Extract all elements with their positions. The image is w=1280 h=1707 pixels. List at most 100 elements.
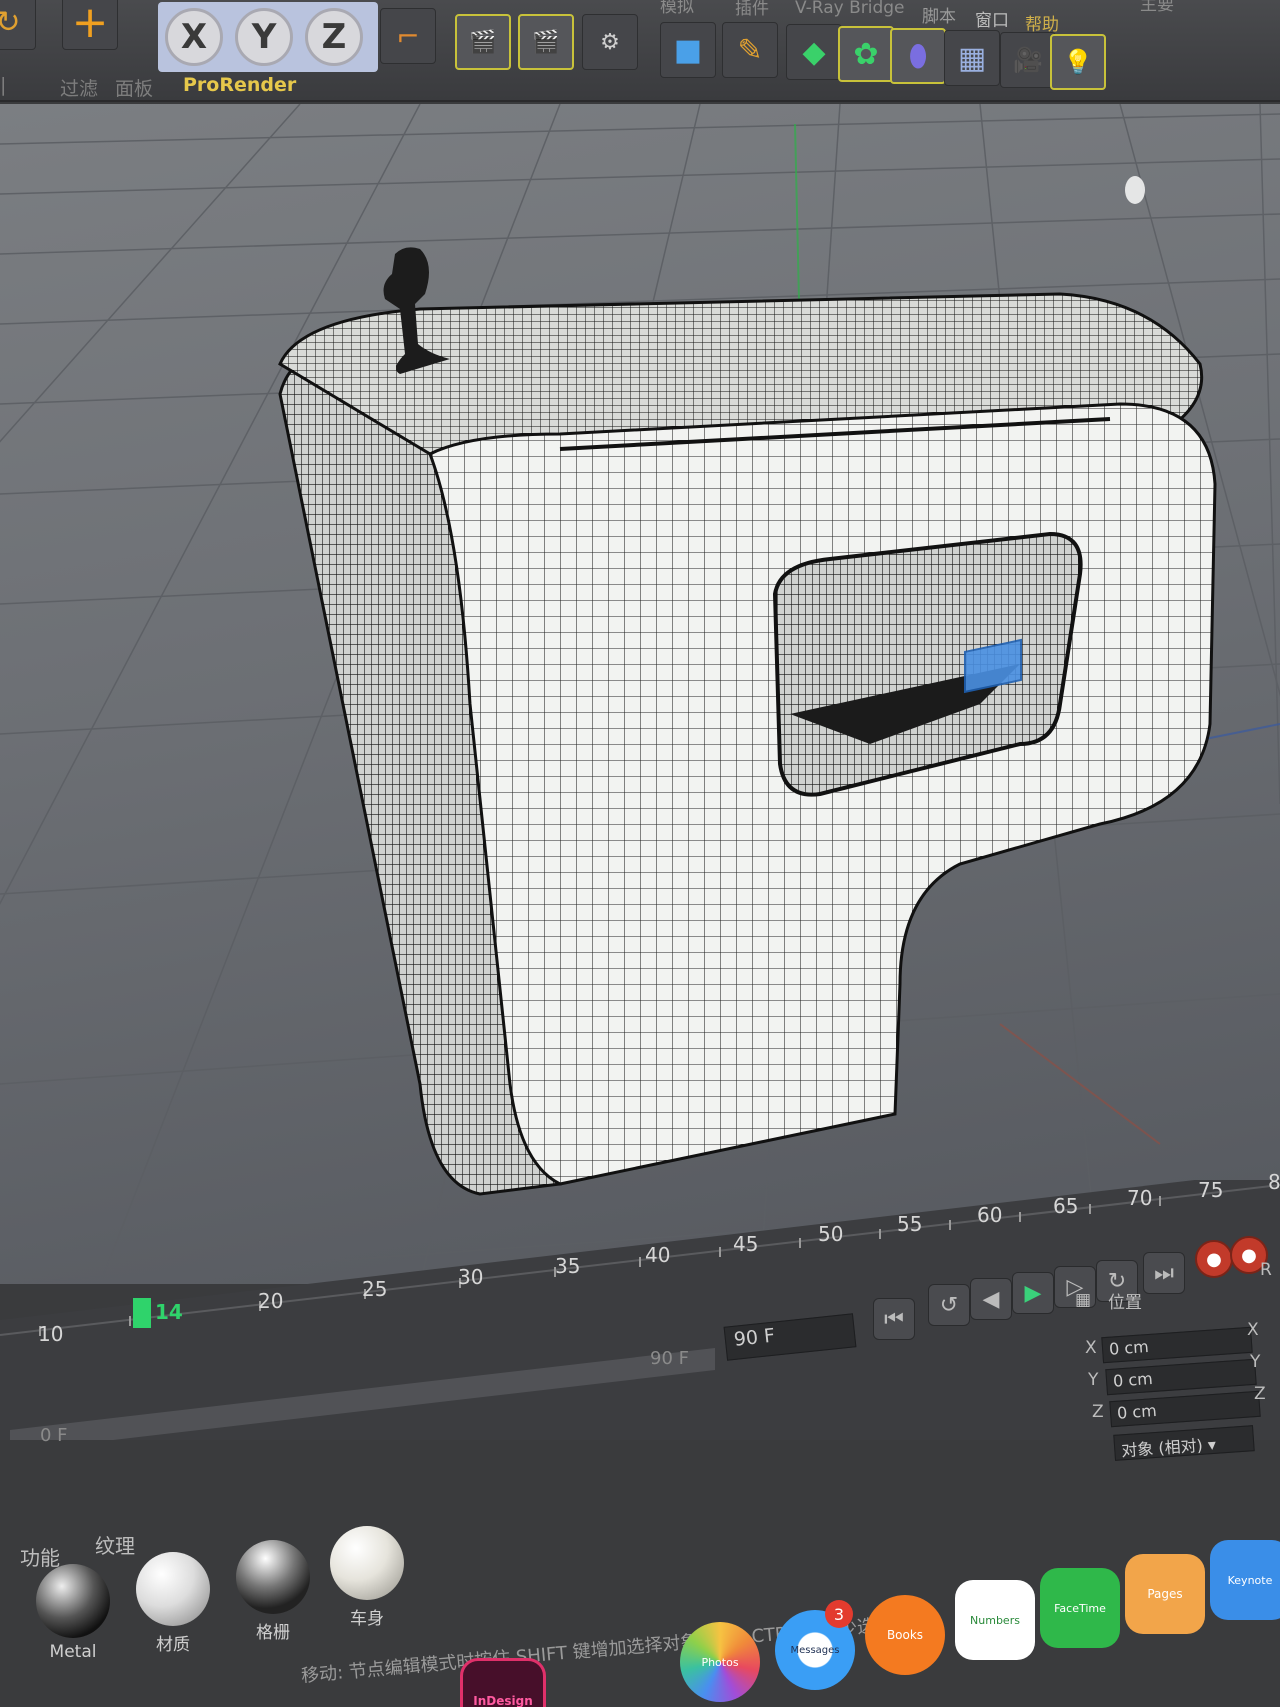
render-settings-icon[interactable]: ⚙ xyxy=(582,14,638,70)
add-button[interactable]: + xyxy=(62,0,118,50)
macos-dock: InDesign Photos Messages 3 Books Numbers… xyxy=(430,1450,1280,1707)
play-icon: ▶ xyxy=(1024,1280,1042,1306)
step-back-button[interactable]: ◀ xyxy=(970,1278,1012,1320)
menu-prorender[interactable]: ProRender xyxy=(183,74,296,96)
material-name: 格栅 xyxy=(256,1623,290,1643)
skip-forward-icon: ⏭ xyxy=(1154,1260,1174,1286)
z-axis-button[interactable]: Z xyxy=(305,8,363,66)
size-x-label: X xyxy=(1247,1320,1259,1340)
plus-icon: + xyxy=(71,0,109,48)
cinema4d-window: ↻ + X Y Z ⌐ 🎬 🎬 ⚙ ■ ✎ ◆ ✿ ⬮ ▦ 🎥 💡 模拟 插件 … xyxy=(0,0,1280,1707)
position-y-field[interactable]: 0 cm xyxy=(1105,1358,1257,1396)
keynote-icon[interactable]: Keynote xyxy=(1210,1540,1280,1620)
x-label: X xyxy=(1085,1338,1097,1358)
playhead-keyframe xyxy=(133,1298,151,1328)
skip-back-icon: ⏮ xyxy=(884,1306,904,1332)
menu-marker: | xyxy=(0,74,7,96)
status-prefix: 移动: xyxy=(300,1662,345,1687)
tick-label: 55 xyxy=(897,1212,923,1236)
rotation-header: R xyxy=(1260,1260,1272,1280)
books-label: Books xyxy=(886,1628,924,1642)
menu-layout[interactable]: 主要 xyxy=(1140,0,1174,15)
render-view-icon[interactable]: 🎬 xyxy=(455,14,511,70)
tick-label: 20 xyxy=(258,1289,284,1313)
go-to-end-button[interactable]: ⏭ xyxy=(1143,1252,1185,1294)
menu-panel[interactable]: 面板 xyxy=(115,74,153,101)
menu-script[interactable]: 脚本 xyxy=(922,2,956,27)
y-axis-label: Y xyxy=(251,17,277,57)
record-button[interactable]: ● xyxy=(1195,1240,1233,1278)
tick-label: 35 xyxy=(555,1254,581,1278)
facetime-label: FaceTime xyxy=(1054,1601,1106,1615)
x-axis-button[interactable]: X xyxy=(165,8,223,66)
previous-key-button[interactable]: ↺ xyxy=(928,1284,970,1326)
numbers-icon[interactable]: Numbers xyxy=(955,1580,1035,1660)
end-frame-value: 90 F xyxy=(732,1324,777,1351)
keynote-label: Keynote xyxy=(1227,1573,1273,1587)
size-y-label: Y xyxy=(1250,1352,1261,1372)
tick-label: 60 xyxy=(977,1203,1003,1227)
tick-label: 25 xyxy=(362,1277,388,1301)
tick-label: 65 xyxy=(1053,1194,1079,1218)
material-name: 车身 xyxy=(350,1609,384,1629)
menu-window[interactable]: 窗口 xyxy=(975,6,1009,31)
range-start-label: 0 F xyxy=(40,1425,68,1446)
material-swatch[interactable]: 格栅 xyxy=(228,1536,318,1646)
position-z-field[interactable]: 0 cm xyxy=(1109,1390,1261,1428)
3d-viewport[interactable] xyxy=(0,104,1280,1284)
menu-plugins[interactable]: 插件 xyxy=(735,0,769,19)
current-frame-label: 14 xyxy=(155,1300,183,1324)
material-swatch[interactable]: Metal xyxy=(28,1560,118,1670)
menu-simulate[interactable]: 模拟 xyxy=(660,0,694,17)
tick-label: 45 xyxy=(733,1232,759,1256)
messages-badge-count: 3 xyxy=(833,1604,845,1624)
x-axis-label: X xyxy=(180,17,208,57)
go-to-start-button[interactable]: ⏮ xyxy=(873,1298,915,1340)
undo-icon[interactable]: ↻ xyxy=(0,0,36,50)
tick-label: 8 xyxy=(1268,1170,1280,1194)
numbers-label: Numbers xyxy=(970,1613,1020,1627)
tick-label: 10 xyxy=(38,1322,64,1346)
menu-vray-bridge[interactable]: V-Ray Bridge xyxy=(795,0,905,18)
position-header: 位置 xyxy=(1108,1293,1142,1313)
books-icon[interactable]: Books xyxy=(865,1595,945,1675)
material-name: Metal xyxy=(49,1642,97,1662)
pages-icon[interactable]: Pages xyxy=(1125,1554,1205,1634)
material-swatch[interactable]: 车身 xyxy=(322,1522,412,1632)
messages-badge: 3 xyxy=(825,1600,853,1628)
position-x-value: 0 cm xyxy=(1108,1337,1150,1359)
indesign-icon[interactable]: InDesign xyxy=(460,1658,546,1707)
menu-filter[interactable]: 过滤 xyxy=(60,74,98,101)
record-icon: ● xyxy=(1206,1248,1222,1270)
play-button[interactable]: ▶ xyxy=(1012,1272,1054,1314)
mesh-object[interactable] xyxy=(0,104,1280,1284)
tick-label: 70 xyxy=(1127,1186,1153,1210)
z-axis-label: Z xyxy=(321,17,347,57)
material-name: 材质 xyxy=(156,1635,190,1655)
render-picture-viewer-icon[interactable]: 🎬 xyxy=(518,14,574,70)
y-axis-button[interactable]: Y xyxy=(235,8,293,66)
menu-help[interactable]: 帮助 xyxy=(1025,10,1059,35)
tick-label: 50 xyxy=(818,1222,844,1246)
range-end-label: 90 F xyxy=(650,1348,689,1369)
indesign-label: InDesign xyxy=(473,1694,533,1707)
y-label: Y xyxy=(1088,1370,1099,1390)
tick-label: 30 xyxy=(458,1265,484,1289)
photos-label: Photos xyxy=(701,1655,739,1669)
facetime-icon[interactable]: FaceTime xyxy=(1040,1568,1120,1648)
photos-icon[interactable]: Photos xyxy=(680,1622,760,1702)
tick-label: 75 xyxy=(1198,1178,1224,1202)
messages-label: Messages xyxy=(790,1644,840,1656)
chrome-ball-icon xyxy=(236,1540,310,1614)
coordinates-panel: ▦ 位置 R X 0 cm X Y 0 cm Y Z 0 cm Z 对象 (相对… xyxy=(1075,1260,1280,1470)
z-label: Z xyxy=(1092,1402,1104,1422)
viewport-menu: | 过滤 面板 ProRender xyxy=(0,66,1280,106)
paint-ball-icon xyxy=(330,1526,404,1600)
tick-label: 40 xyxy=(645,1243,671,1267)
position-x-field[interactable]: 0 cm xyxy=(1101,1326,1253,1364)
metal-ball-icon xyxy=(36,1564,110,1638)
material-swatch[interactable]: 材质 xyxy=(128,1548,218,1658)
autokey-icon: ● xyxy=(1241,1244,1257,1266)
pages-label: Pages xyxy=(1147,1587,1183,1601)
coordinate-system-icon[interactable]: ⌐ xyxy=(380,8,436,64)
